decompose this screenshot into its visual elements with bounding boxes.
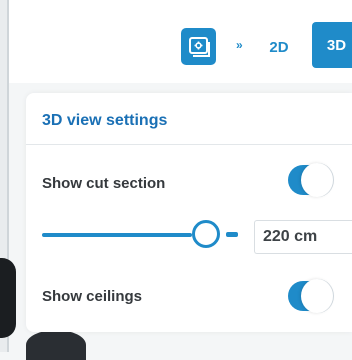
cut-height-value-field[interactable]: 220 cm [254, 220, 352, 254]
canvas-object-bottom [26, 330, 86, 360]
slider-track-filled [42, 233, 192, 237]
show-ceilings-toggle[interactable] [288, 279, 344, 313]
show-cut-section-label: Show cut section [42, 175, 166, 192]
cut-height-slider[interactable] [42, 220, 238, 250]
3d-view-settings-panel: 3D view settings Show cut section 220 cm… [26, 93, 352, 332]
show-ceilings-label: Show ceilings [42, 288, 143, 305]
view-mode-arrow-icon: » [236, 38, 243, 52]
view-2d-button[interactable]: 2D [259, 27, 299, 67]
canvas-object [0, 258, 16, 338]
toggle-knob [301, 279, 333, 313]
slider-thumb[interactable] [192, 220, 220, 248]
view-settings-button[interactable] [181, 28, 216, 65]
slider-track-end [226, 232, 238, 237]
view-toolbar: » 2D 3D [9, 0, 352, 83]
layers-settings-icon [189, 37, 210, 57]
panel-title: 3D view settings [42, 112, 168, 129]
toggle-knob [301, 163, 333, 197]
view-3d-button[interactable]: 3D [312, 22, 352, 68]
show-cut-section-toggle[interactable] [288, 163, 344, 197]
panel-divider [26, 144, 352, 145]
